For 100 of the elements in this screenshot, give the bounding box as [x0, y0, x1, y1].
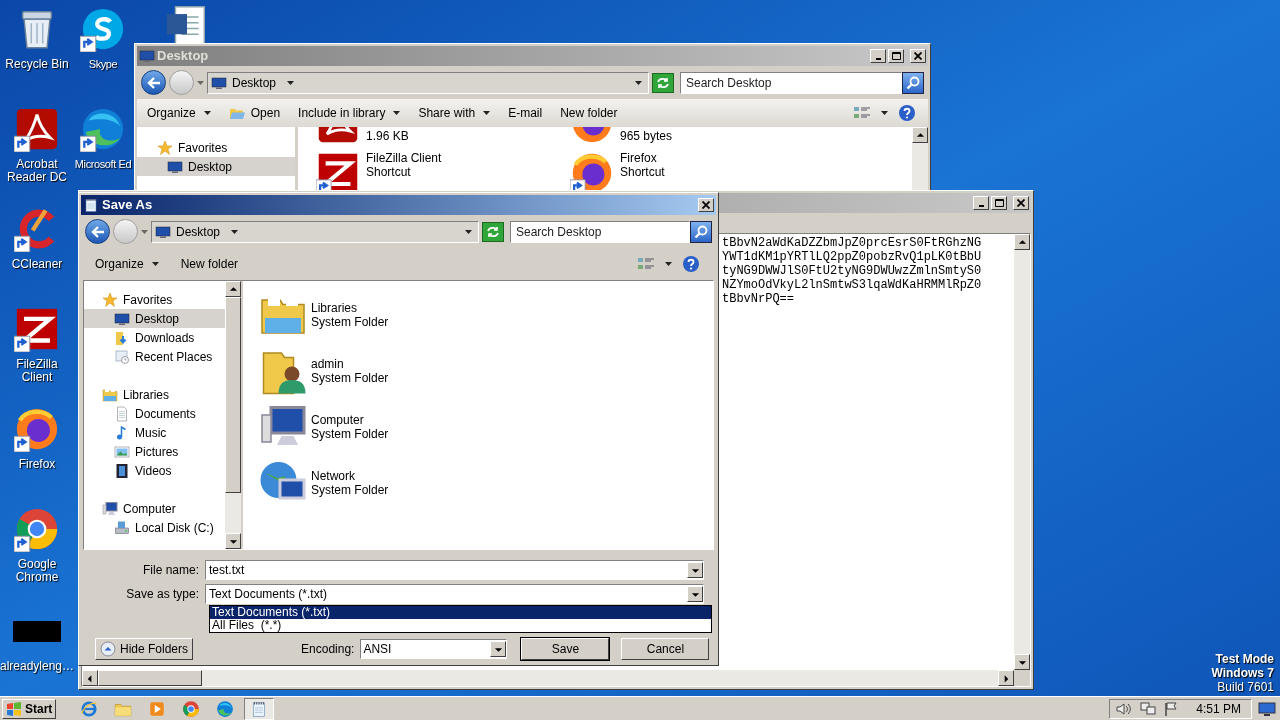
toolbar-button[interactable]: E-mail [502, 102, 549, 124]
scroll-down-button[interactable] [490, 641, 507, 657]
search-field[interactable]: Search Desktop [510, 220, 690, 243]
close-button[interactable] [1013, 196, 1029, 210]
refresh-button[interactable] [482, 221, 504, 242]
arrow-up-icon [1017, 237, 1027, 247]
back-button[interactable] [141, 70, 166, 95]
toolbar-button[interactable]: Open [222, 102, 287, 124]
scroll-down-button[interactable] [687, 562, 703, 578]
nav-item[interactable]: Recent Places [84, 347, 225, 366]
nav-item[interactable]: Documents [84, 404, 225, 423]
flag-icon[interactable] [1164, 701, 1179, 716]
toolbar-button[interactable]: New folder [554, 102, 624, 124]
toolbar-button[interactable]: Organize [89, 253, 165, 275]
refresh-button[interactable] [652, 72, 674, 93]
monitor-icon [139, 48, 155, 64]
desktop-icon-label[interactable]: Recycle Bin [4, 58, 70, 71]
network-icon[interactable] [1140, 701, 1157, 716]
scroll-up-button[interactable] [912, 127, 928, 143]
breadcrumb-caret-icon [287, 80, 295, 85]
edge-icon [216, 699, 235, 718]
item-name[interactable]: admin [311, 357, 389, 371]
item-name[interactable]: Computer [311, 413, 389, 427]
encoding-dropdown[interactable]: ANSI [360, 639, 508, 659]
scroll-left-button[interactable] [82, 670, 98, 686]
toolbar-button[interactable]: New folder [174, 253, 245, 275]
close-button[interactable] [910, 49, 926, 63]
file-detail: 965 bytes [620, 129, 673, 143]
address-bar[interactable]: Desktop [151, 220, 479, 243]
scroll-down-button[interactable] [687, 586, 703, 602]
file-name-field[interactable]: test.txt [205, 560, 704, 580]
view-caret-icon [665, 262, 672, 266]
desktop-icon-label[interactable]: Firefox [17, 458, 57, 471]
nav-item[interactable]: Favorites [137, 138, 295, 157]
minimize-button[interactable] [973, 196, 989, 210]
scroll-up-button[interactable] [1014, 234, 1030, 250]
address-bar[interactable]: Desktop [207, 71, 649, 94]
refresh-arrows-icon [486, 225, 500, 238]
file-type-dropdown[interactable]: Text Documents (*.txt) [205, 584, 704, 604]
document-icon [114, 405, 130, 422]
field-label: Save as type: [125, 586, 200, 603]
picture-frame-icon [114, 443, 130, 460]
nav-item[interactable]: Desktop [84, 309, 225, 328]
back-button[interactable] [85, 219, 110, 244]
help-icon[interactable] [898, 104, 916, 122]
dropdown-option[interactable]: Text Documents (*.txt) [210, 606, 711, 619]
search-button[interactable] [902, 71, 924, 94]
start-button[interactable]: Start [2, 698, 57, 719]
desktop-icon-label[interactable]: CCleaner [10, 258, 64, 271]
maximize-button[interactable] [991, 196, 1007, 210]
item-name[interactable]: Network [311, 469, 389, 483]
desktop-icon-label[interactable]: Google Chrome [0, 558, 74, 584]
dropdown-option[interactable]: All Files (*.*) [210, 619, 711, 632]
close-button[interactable] [698, 198, 714, 212]
collapse-icon [100, 641, 116, 657]
close-icon [702, 201, 710, 209]
toolbar-button[interactable]: Organize [141, 102, 217, 124]
desktop-icon-label[interactable]: FileZilla Client [0, 358, 74, 384]
taskbar-app-button[interactable] [244, 697, 275, 720]
nav-item[interactable]: Computer [84, 499, 225, 518]
scroll-up-button[interactable] [225, 281, 241, 297]
field-label: Encoding: [301, 641, 356, 658]
nav-item[interactable]: Pictures [84, 442, 225, 461]
toolbar-button[interactable]: Share with [412, 102, 497, 124]
hide-folders-button[interactable]: Hide Folders [95, 638, 194, 660]
desktop-icon-label[interactable]: Skype [87, 58, 119, 71]
nav-item[interactable]: Local Disk (C:) [84, 518, 225, 537]
scroll-right-button[interactable] [998, 670, 1014, 686]
minimize-button[interactable] [870, 49, 886, 63]
address-text: Desktop [176, 223, 221, 241]
edge-icon [80, 106, 126, 152]
search-field[interactable]: Search Desktop [680, 71, 902, 94]
hard-disk-icon [114, 519, 130, 536]
firefox-icon [14, 406, 60, 452]
help-icon[interactable] [682, 255, 700, 273]
desktop-icon-label[interactable]: Acrobat Reader DC [0, 158, 74, 184]
nav-item[interactable]: Downloads [84, 328, 225, 347]
save-button[interactable]: Save [521, 638, 610, 660]
scroll-down-button[interactable] [1014, 654, 1030, 670]
maximize-button[interactable] [888, 49, 904, 63]
speaker-icon[interactable] [1116, 701, 1133, 716]
nav-item[interactable]: Libraries [84, 385, 225, 404]
nav-item[interactable]: Favorites [84, 290, 225, 309]
view-caret-icon [881, 111, 888, 115]
caret-icon [483, 111, 491, 115]
cancel-button[interactable]: Cancel [621, 638, 710, 660]
nav-item[interactable]: Videos [84, 461, 225, 480]
nav-item[interactable]: Music [84, 423, 225, 442]
desktop-icon-label[interactable]: alreadyleng… [0, 660, 76, 673]
scrollbar-thumb[interactable] [225, 297, 241, 493]
scroll-down-button[interactable] [225, 533, 241, 549]
monitor-icon [167, 158, 183, 175]
toolbar-button[interactable]: Include in library [292, 102, 407, 124]
item-type: System Folder [311, 371, 389, 385]
scrollbar-thumb[interactable] [98, 670, 202, 686]
item-name[interactable]: Libraries [311, 301, 389, 315]
desktop-icon-label[interactable]: Microsoft Ed [73, 158, 133, 171]
nav-item[interactable]: Desktop [137, 157, 295, 176]
pdf-app-icon [14, 106, 60, 152]
search-button[interactable] [690, 220, 712, 243]
